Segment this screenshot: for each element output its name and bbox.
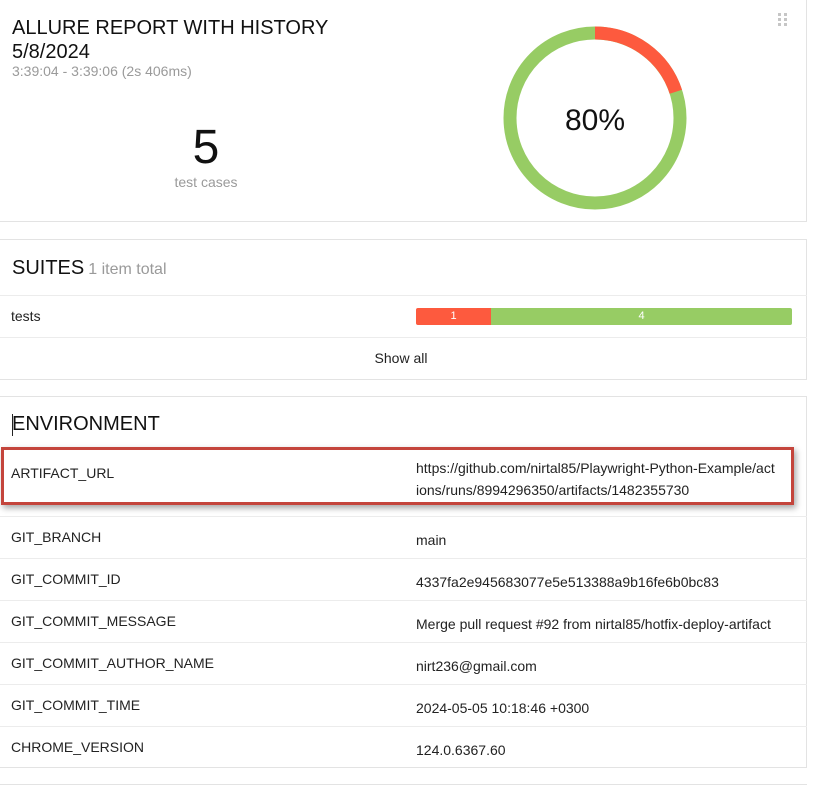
environment-row: GIT_COMMIT_AUTHOR_NAME nirt236@gmail.com [0,642,807,684]
divider [0,337,807,338]
environment-key: GIT_COMMIT_ID [11,571,121,587]
environment-key: GIT_BRANCH [11,529,102,545]
test-cases-count: 5 [192,121,220,174]
environment-value: 4337fa2e945683077e5e513388a9b16fe6b0bc83 [416,574,719,590]
report-time-range: 3:39:04 - 3:39:06 (2s 406ms) [12,63,192,79]
suite-passed-segment[interactable]: 4 [491,308,792,325]
environment-value: main [416,532,447,548]
suites-title: SUITES [12,257,85,279]
report-date: 5/8/2024 [12,41,90,63]
environment-key: GIT_COMMIT_MESSAGE [11,613,176,629]
highlight-box [1,447,794,505]
suites-count: 1 item total [88,261,167,278]
environment-value: 124.0.6367.60 [416,742,506,758]
environment-value: nirt236@gmail.com [416,658,537,674]
environment-key: CHROME_VERSION [11,739,145,755]
environment-row: GIT_COMMIT_TIME 2024-05-05 10:18:46 +0300 [0,684,807,726]
pass-rate-donut: 80% [503,26,687,210]
suite-failed-segment[interactable]: 1 [416,308,492,325]
environment-row: GIT_COMMIT_ID 4337fa2e945683077e5e513388a… [0,558,807,600]
environment-title: ENVIRONMENT [12,413,160,435]
show-all-link[interactable]: Show all [0,350,802,366]
environment-row: CHROME_VERSION 124.0.6367.60 [0,726,807,768]
environment-row: GIT_BRANCH main [0,516,807,558]
environment-value: 2024-05-05 10:18:46 +0300 [416,700,590,716]
environment-value: Merge pull request #92 from nirtal85/hot… [416,616,771,632]
summary-widget: ALLURE REPORT WITH HISTORY 5/8/2024 3:39… [0,0,807,222]
environment-key: GIT_COMMIT_TIME [11,697,141,713]
suite-status-bar[interactable]: 1 4 [416,308,792,325]
divider [0,295,807,296]
environment-row: GIT_COMMIT_MESSAGE Merge pull request #92… [0,600,807,642]
pass-rate-label: 80% [565,104,625,137]
suites-heading: SUITES 1 item total [12,257,167,280]
environment-key: GIT_COMMIT_AUTHOR_NAME [11,655,215,671]
drag-handle-icon[interactable] [778,13,790,27]
test-cases-label: test cases [174,174,238,190]
suite-name[interactable]: tests [11,308,41,324]
report-title: ALLURE REPORT WITH HISTORY [12,17,329,39]
